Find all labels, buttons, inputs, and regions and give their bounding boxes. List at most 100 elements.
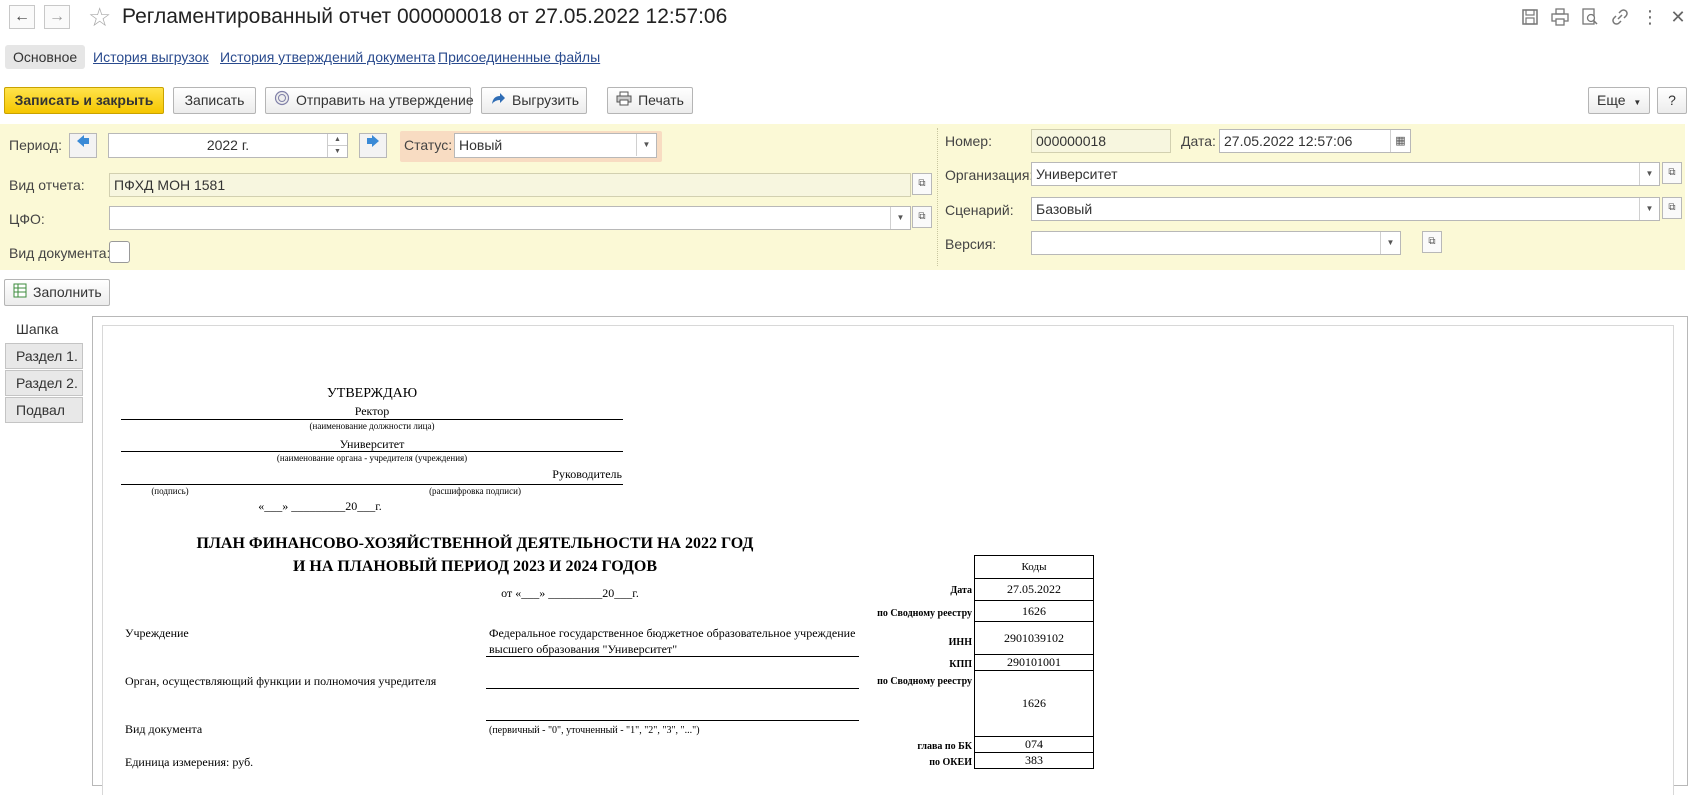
help-label: ?	[1668, 92, 1676, 108]
chevron-down-icon: ▼	[1639, 163, 1659, 185]
report-type-value: ПФХД МОН 1581	[114, 177, 226, 193]
scenario-select[interactable]: Базовый ▼	[1031, 197, 1660, 221]
code-label-registry1: по Сводному реестру	[877, 608, 972, 619]
side-tab-header[interactable]: Шапка	[5, 316, 83, 342]
signature-caption: (подпись)	[151, 486, 189, 496]
code-value-registry1[interactable]: 1626	[974, 600, 1094, 622]
save-and-close-label: Записать и закрыть	[14, 92, 154, 108]
print-button[interactable]: Печать	[607, 87, 693, 114]
save-and-close-button[interactable]: Записать и закрыть	[4, 87, 164, 114]
decode-caption: (расшифровка подписи)	[429, 486, 521, 496]
dropdown-arrow-icon: ▼	[1633, 98, 1642, 107]
export-arrow-icon	[490, 89, 506, 114]
approve-heading: УТВЕРЖДАЮ	[326, 386, 418, 401]
open-window-icon: ⧉	[1668, 167, 1676, 178]
open-window-icon: ⧉	[918, 211, 926, 222]
number-field: 000000018	[1031, 129, 1171, 153]
codes-header: Коды	[974, 555, 1094, 579]
cfo-open-button[interactable]: ⧉	[912, 206, 932, 228]
preview-icon[interactable]	[1580, 7, 1600, 27]
scenario-label: Сценарий:	[945, 202, 1014, 218]
code-label-inn: ИНН	[948, 637, 972, 648]
code-value-date[interactable]: 27.05.2022	[974, 578, 1094, 601]
report-type-open-button[interactable]: ⧉	[912, 173, 932, 195]
chevron-down-icon: ▼	[1380, 232, 1400, 254]
save-label: Записать	[184, 92, 245, 108]
version-label: Версия:	[945, 236, 997, 252]
side-tab-section2[interactable]: Раздел 2.	[5, 370, 83, 396]
scenario-open-button[interactable]: ⧉	[1662, 197, 1682, 219]
more-button[interactable]: Еще ▼	[1588, 87, 1650, 114]
form-divider	[937, 128, 938, 266]
close-icon[interactable]: ✕	[1668, 7, 1688, 27]
status-label: Статус:	[404, 137, 453, 153]
org-label: Организация:	[945, 167, 1034, 183]
version-select[interactable]: ▼	[1031, 231, 1401, 255]
cfo-select[interactable]: ▼	[109, 206, 911, 230]
founder-line-2	[486, 720, 859, 721]
version-open-button[interactable]: ⧉	[1422, 231, 1442, 253]
code-value-registry2[interactable]: 1626	[974, 670, 1094, 737]
period-prev-button[interactable]	[69, 133, 97, 158]
tab-history-upload[interactable]: История выгрузок	[93, 45, 209, 69]
tab-history-approval[interactable]: История утверждений документа	[220, 45, 435, 69]
report-type-label: Вид отчета:	[9, 177, 85, 193]
send-approval-button[interactable]: Отправить на утверждение	[265, 87, 474, 114]
unit-label: Единица измерения: руб.	[125, 755, 254, 769]
date-field[interactable]: 27.05.2022 12:57:06 ▦	[1219, 129, 1411, 153]
institution-label: Учреждение	[125, 626, 189, 640]
save-button[interactable]: Записать	[173, 87, 256, 114]
link-icon[interactable]	[1610, 7, 1630, 27]
back-button[interactable]: ←	[9, 5, 35, 29]
more-label: Еще	[1597, 92, 1626, 108]
signature-line	[121, 484, 623, 485]
code-value-bk[interactable]: 074	[974, 736, 1094, 753]
founder-label: Орган, осуществляющий функции и полномоч…	[125, 674, 437, 688]
org-value: Университет	[1036, 166, 1118, 182]
code-value-okei[interactable]: 383	[974, 752, 1094, 769]
period-value: 2022 г.	[206, 137, 250, 153]
doc-type-checkbox[interactable]	[109, 241, 130, 263]
doc-kind-label: Вид документа	[125, 722, 203, 736]
favorite-star-icon[interactable]: ☆	[88, 3, 111, 31]
chevron-down-icon: ▼	[1639, 198, 1659, 220]
org-select[interactable]: Университет ▼	[1031, 162, 1660, 186]
institution-value-line2: высшего образования "Университет"	[489, 642, 678, 656]
printer-icon[interactable]	[1550, 7, 1570, 27]
help-button[interactable]: ?	[1657, 87, 1687, 114]
code-value-kpp[interactable]: 290101001	[974, 654, 1094, 671]
side-tab-section1[interactable]: Раздел 1.	[5, 343, 83, 369]
side-tab-footer[interactable]: Подвал	[5, 397, 83, 423]
code-value-inn[interactable]: 2901039102	[974, 621, 1094, 655]
spin-down-icon[interactable]: ▼	[327, 145, 347, 157]
open-window-icon: ⧉	[1668, 202, 1676, 213]
position-line	[121, 419, 623, 420]
forward-button[interactable]: →	[44, 5, 70, 29]
save-icon[interactable]	[1520, 7, 1540, 27]
status-select[interactable]: Новый ▼	[454, 133, 657, 158]
code-label-kpp: КПП	[949, 659, 972, 670]
number-label: Номер:	[945, 133, 992, 149]
fill-label: Заполнить	[33, 284, 102, 300]
fill-button[interactable]: Заполнить	[4, 279, 110, 306]
founder-line	[486, 688, 859, 689]
from-date-line: от «___» _________20___г.	[501, 586, 639, 600]
institution-line	[486, 656, 859, 657]
status-value: Новый	[459, 137, 503, 153]
tab-main[interactable]: Основное	[5, 45, 86, 69]
tab-attached-files[interactable]: Присоединенные файлы	[438, 45, 600, 69]
org-open-button[interactable]: ⧉	[1662, 162, 1682, 184]
export-button[interactable]: Выгрузить	[481, 87, 587, 114]
spin-up-icon[interactable]: ▲	[327, 134, 347, 145]
period-next-button[interactable]	[359, 133, 387, 158]
period-field[interactable]: 2022 г. ▲ ▼	[108, 133, 348, 158]
calendar-icon[interactable]: ▦	[1390, 130, 1410, 152]
doc-type-label: Вид документа:	[9, 245, 111, 261]
table-fill-icon	[13, 281, 27, 306]
plan-title-line1: ПЛАН ФИНАНСОВО-ХОЗЯЙСТВЕННОЙ ДЕЯТЕЛЬНОСТ…	[196, 535, 754, 552]
more-vertical-icon[interactable]: ⋮	[1640, 7, 1660, 27]
code-label-registry2: по Сводному реестру	[877, 676, 972, 687]
period-label: Период:	[9, 137, 62, 153]
date-value: 27.05.2022 12:57:06	[1224, 133, 1353, 149]
arrow-left-icon	[76, 135, 90, 151]
